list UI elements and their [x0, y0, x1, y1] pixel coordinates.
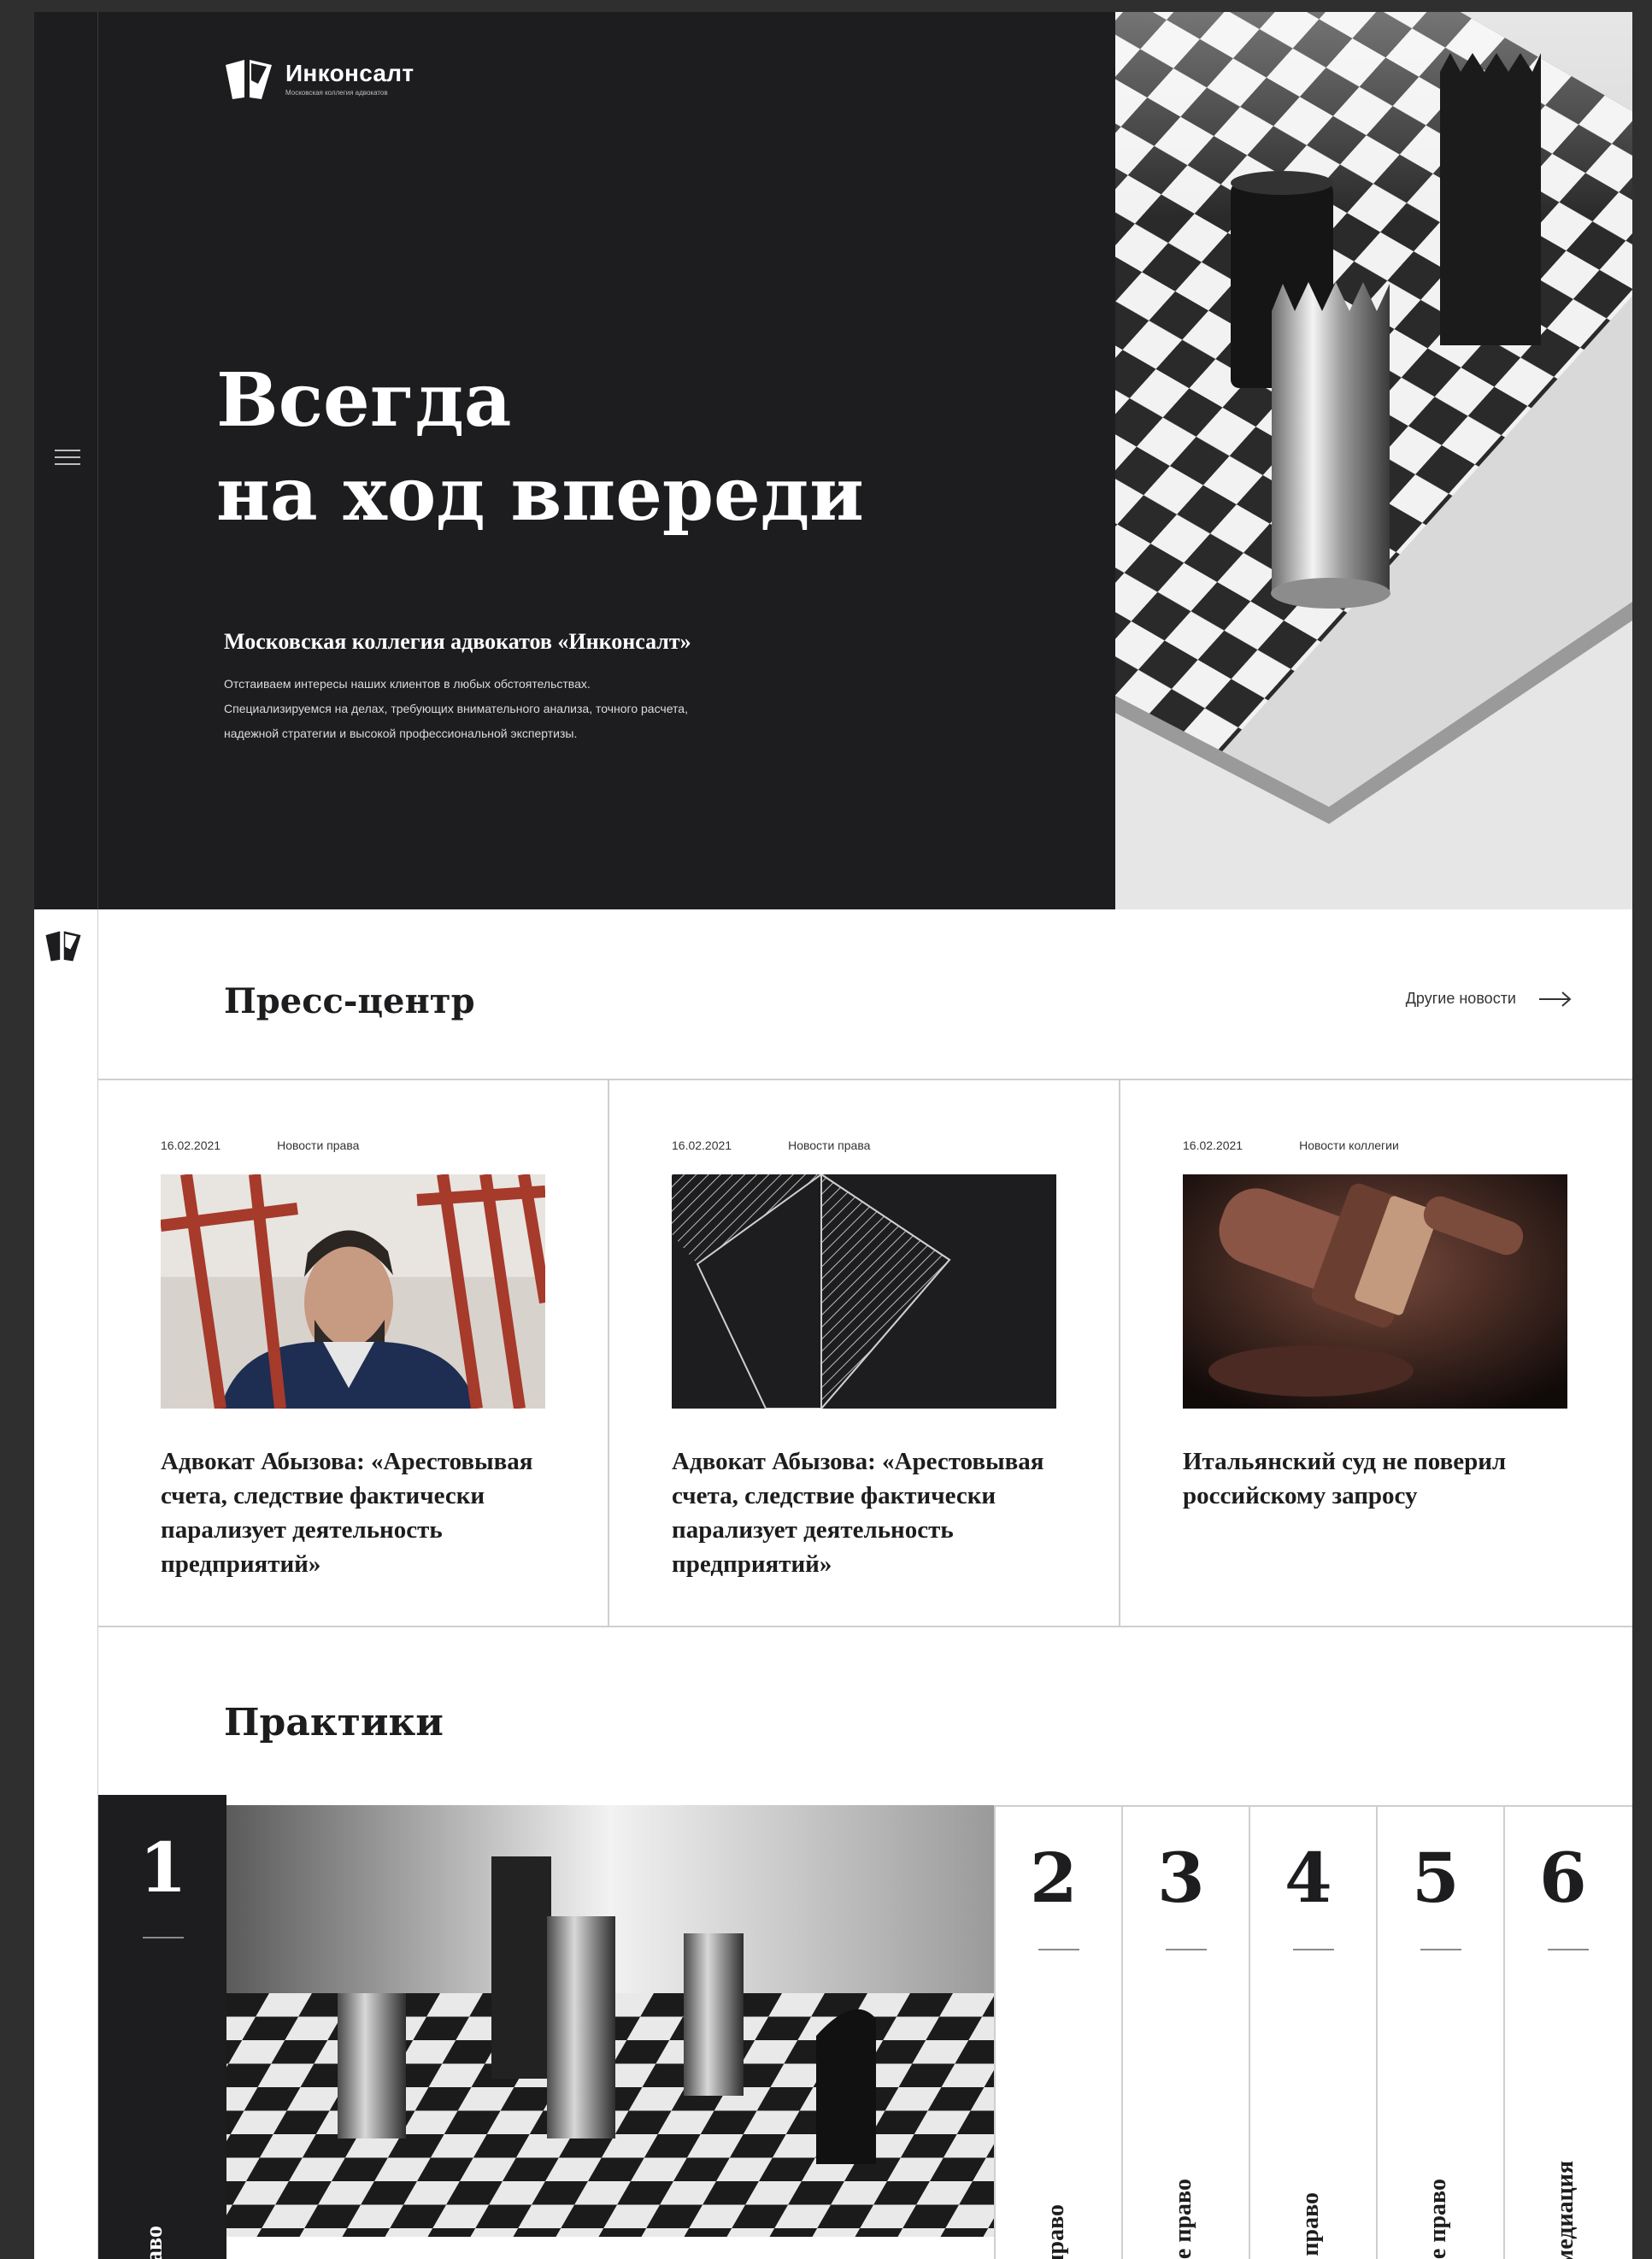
hero-subtitle: Московская коллегия адвокатов «Инконсалт…: [224, 629, 691, 654]
news-title[interactable]: Адвокат Абызова: «Арестовывая счета, сле…: [672, 1444, 1073, 1581]
hero-description: Отстаиваем интересы наших клиентов в люб…: [224, 672, 839, 746]
practice-number: 2: [1030, 1838, 1078, 1918]
side-rail-light: [34, 909, 98, 2259]
practice-number: 5: [1412, 1838, 1460, 1918]
practice-divider: [1420, 1949, 1461, 1950]
hero-title-line2: на ход впереди: [216, 451, 864, 538]
practice-divider: [1548, 1949, 1589, 1950]
news-card[interactable]: 16.02.2021 Новости коллегии Итальянский …: [1120, 1079, 1631, 1626]
arrow-right-icon: [1539, 991, 1572, 1007]
news-card[interactable]: 16.02.2021 Новости права Адвокат Абызова…: [609, 1079, 1120, 1626]
practice-label: ное право: [1425, 2178, 1451, 2259]
brand-name: Инконсалт: [285, 60, 414, 86]
more-news-label: Другие новости: [1405, 990, 1516, 1007]
side-rail: [34, 12, 98, 909]
practice-number: 4: [1285, 1838, 1332, 1918]
logo-mark-icon: [226, 60, 272, 99]
practice-divider: [1038, 1949, 1079, 1950]
practice-item-active[interactable]: 1 аво: [98, 1795, 226, 2259]
hamburger-icon[interactable]: [55, 450, 80, 468]
practice-item[interactable]: 3 ное право: [1121, 1805, 1249, 2259]
press-center-header: Пресс-центр Другие новости: [98, 909, 1632, 1080]
news-image-gavel: [1183, 1174, 1567, 1409]
news-date: 16.02.2021: [672, 1138, 732, 1152]
page: Инконсалт Московская коллегия адвокатов …: [34, 12, 1632, 2259]
practice-number: 1: [139, 1827, 187, 1908]
practices-list: 1 аво 2 е право 3 ное право 4 ое право 5…: [98, 1795, 1632, 2259]
practice-number: 6: [1539, 1838, 1587, 1918]
news-title[interactable]: Итальянский суд не поверил российскому з…: [1183, 1444, 1584, 1513]
practice-item[interactable]: 6 я медиация: [1503, 1805, 1631, 2259]
hero-title-line1: Всегда: [216, 357, 512, 444]
practice-number: 3: [1157, 1838, 1205, 1918]
practices-header: Практики: [98, 1626, 1632, 1807]
logo-mark-icon[interactable]: [44, 930, 82, 962]
practice-item[interactable]: 2 е право: [994, 1805, 1121, 2259]
hero-description-line: Специализируемся на делах, требующих вни…: [224, 702, 688, 715]
practice-chess-image: [226, 1805, 994, 2237]
news-image-man-behind-bars: [161, 1174, 545, 1409]
press-center-title: Пресс-центр: [224, 981, 475, 1021]
practice-item[interactable]: 4 ое право: [1249, 1805, 1376, 2259]
practice-divider: [1293, 1949, 1334, 1950]
news-list: 16.02.2021 Новости права Адвокат Абызова…: [98, 1079, 1632, 1627]
practice-item[interactable]: 5 ное право: [1376, 1805, 1503, 2259]
brand-tagline: Московская коллегия адвокатов: [285, 89, 388, 97]
practice-label: ое право: [1297, 2191, 1324, 2259]
hero-title: Всегда на ход впереди: [216, 354, 864, 542]
news-date: 16.02.2021: [1183, 1138, 1243, 1152]
hero-chess-image: [1115, 12, 1632, 909]
brand-logo[interactable]: Инконсалт Московская коллегия адвокатов: [224, 58, 414, 101]
news-category: Новости права: [277, 1138, 360, 1152]
practice-divider: [1166, 1949, 1207, 1950]
news-image-abstract-graphic: [672, 1174, 1056, 1409]
news-category: Новости права: [788, 1138, 871, 1152]
practice-divider: [143, 1937, 184, 1938]
news-category: Новости коллегии: [1299, 1138, 1399, 1152]
hero-section: Инконсалт Московская коллегия адвокатов …: [34, 12, 1632, 909]
more-news-link[interactable]: Другие новости: [1406, 990, 1573, 1008]
hero-description-line: надежной стратегии и высокой профессиона…: [224, 727, 578, 740]
practice-label: я медиация: [1552, 2161, 1579, 2259]
news-title[interactable]: Адвокат Абызова: «Арестовывая счета, сле…: [161, 1444, 562, 1581]
practice-label: ное право: [1170, 2178, 1196, 2259]
practices-title: Практики: [224, 1701, 444, 1744]
practice-label: е право: [1043, 2203, 1069, 2259]
news-card[interactable]: 16.02.2021 Новости права Адвокат Абызова…: [98, 1079, 609, 1626]
news-date: 16.02.2021: [161, 1138, 221, 1152]
practice-label: аво: [141, 2226, 168, 2259]
hero-description-line: Отстаиваем интересы наших клиентов в люб…: [224, 677, 591, 691]
